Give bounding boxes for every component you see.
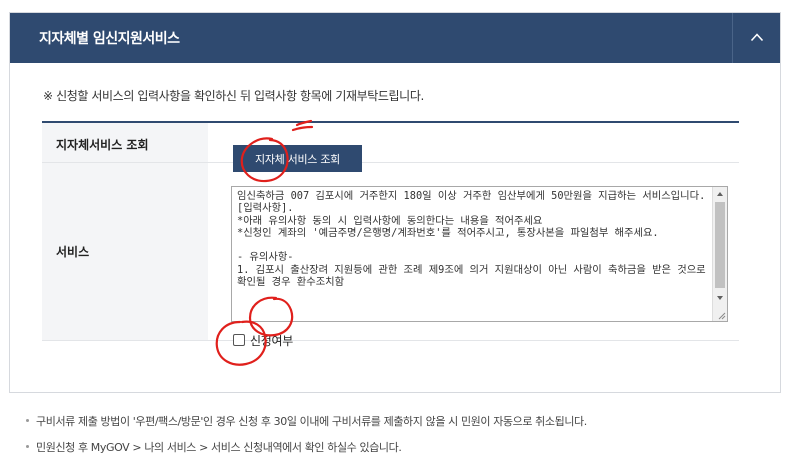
collapse-button[interactable] xyxy=(732,13,780,63)
service-label: 서비스 xyxy=(56,245,90,259)
service-header-cell: 서비스 xyxy=(42,163,208,340)
chevron-up-icon xyxy=(750,33,764,42)
lookup-header-cell: 지자체서비스 조회 xyxy=(42,123,208,162)
lookup-service-button[interactable]: 지자체 서비스 조회 xyxy=(233,145,362,172)
description-line: [입력사항]. xyxy=(237,202,294,215)
bullet-icon xyxy=(26,445,29,448)
footnote-item: 민원신청 후 MyGOV > 나의 서비스 > 서비스 신청내역에서 확인 하실… xyxy=(26,441,786,465)
lookup-row: 지자체서비스 조회 xyxy=(42,123,739,163)
service-description-text: 임신축하금 007 김포시에 거주한지 180일 이상 거주한 임산부에게 50… xyxy=(237,190,708,288)
service-description-textarea[interactable]: 임신축하금 007 김포시에 거주한지 180일 이상 거주한 임산부에게 50… xyxy=(231,186,728,322)
description-line: 임신축하금 007 김포시에 거주한지 180일 이상 거주한 임산부에게 50… xyxy=(237,190,706,202)
description-line: - 유의사항- xyxy=(237,251,294,264)
description-line: 1. 김포시 출산장려 지원등에 관한 조례 제9조에 의거 지원대상이 아닌 … xyxy=(237,263,706,289)
footnote-text: 민원신청 후 MyGOV > 나의 서비스 > 서비스 신청내역에서 확인 하실… xyxy=(36,441,402,454)
description-line xyxy=(237,239,708,251)
footnote-text: 구비서류 제출 방법이 '우편/팩스/방문'인 경우 신청 후 30일 이내에 … xyxy=(36,415,587,428)
notice-text: ※ 신청할 서비스의 입력사항을 확인하신 뒤 입력사항 항목에 기재부탁드립니… xyxy=(43,89,424,103)
agree-checkbox[interactable] xyxy=(233,334,245,346)
scroll-thumb[interactable] xyxy=(715,202,725,288)
description-line: *아래 유의사항 동의 시 입력사항에 동의한다는 내용을 적어주세요 xyxy=(237,214,543,227)
resize-grip-icon[interactable] xyxy=(716,310,726,320)
scroll-up-icon[interactable] xyxy=(713,187,727,201)
textarea-scrollbar[interactable] xyxy=(712,187,727,321)
lookup-label: 지자체서비스 조회 xyxy=(56,138,149,152)
panel-title: 지자체별 임신지원서비스 xyxy=(39,31,180,47)
agree-label[interactable]: 신청여부 xyxy=(250,332,293,349)
footnote-list: 구비서류 제출 방법이 '우편/팩스/방문'인 경우 신청 후 30일 이내에 … xyxy=(26,415,786,465)
bullet-icon xyxy=(26,419,29,422)
description-line: *신청인 계좌의 '예금주명/은행명/계좌번호'를 적어주시고, 통장사본을 파… xyxy=(237,226,659,239)
panel-header: 지자체별 임신지원서비스 xyxy=(10,13,780,63)
scroll-down-icon[interactable] xyxy=(713,291,727,305)
